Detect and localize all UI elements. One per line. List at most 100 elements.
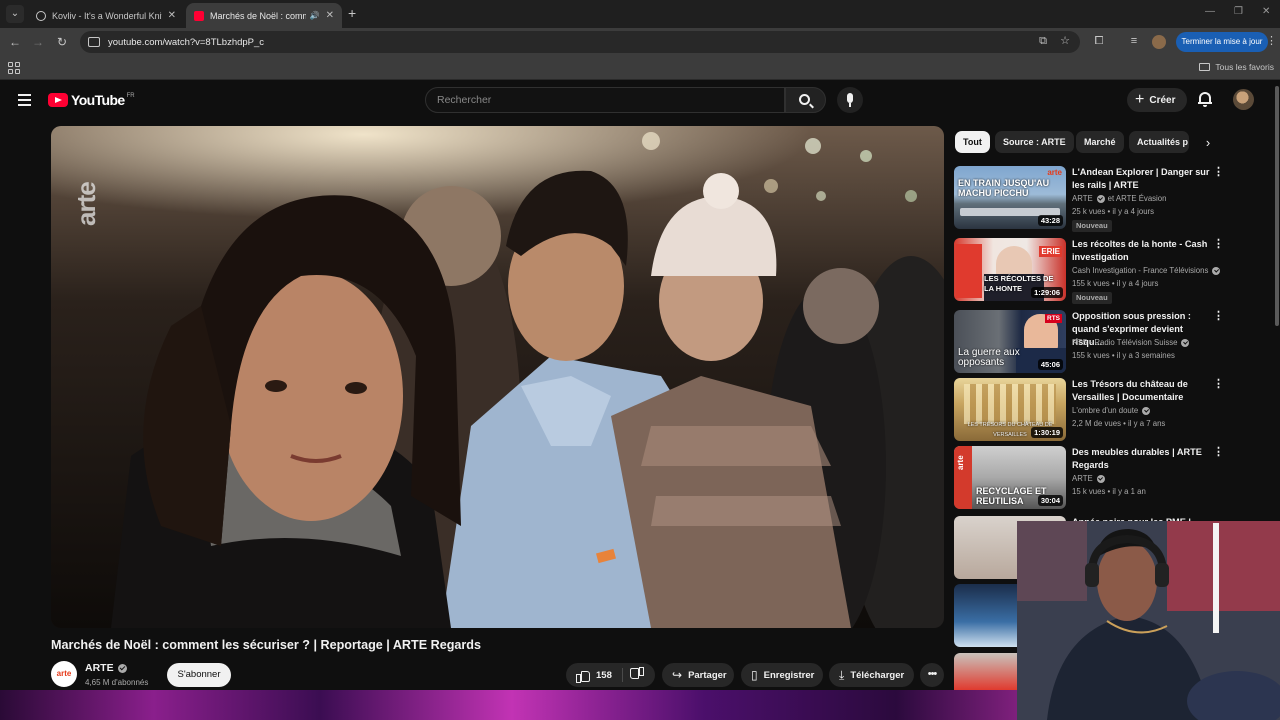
tab-kovliv[interactable]: Kovliv - It's a Wonderful Knife ( ✕ (28, 3, 184, 28)
download-button[interactable]: ⤓ Télécharger (829, 663, 914, 687)
arte-logo: arte (1047, 168, 1062, 177)
channel-avatar[interactable]: arte (51, 661, 77, 687)
duration: 30:04 (1037, 495, 1063, 506)
video-thumbnail[interactable] (954, 584, 1018, 647)
extensions-icon[interactable]: ⧠ (1091, 33, 1107, 49)
chip-actualites[interactable]: Actualités p (1129, 131, 1189, 153)
site-info-icon[interactable] (88, 37, 100, 47)
recommendation-item[interactable]: LES TRÉSORS DU CHÂTEAU DE VERSAILLES 1:3… (954, 378, 1234, 442)
chip-source-arte[interactable]: Source : ARTE (995, 131, 1074, 153)
download-label: Télécharger (850, 669, 905, 681)
tab-marches-de-noel[interactable]: Marchés de Noël : commen 🔊 ✕ (186, 3, 342, 28)
reload-icon[interactable]: ↻ (53, 33, 71, 51)
verified-icon (1212, 266, 1221, 275)
recommendation-channel[interactable]: RTS - Radio Télévision Suisse (1072, 338, 1190, 347)
create-button[interactable]: + Créer (1127, 88, 1187, 112)
all-bookmarks-label: Tous les favoris (1215, 62, 1274, 72)
more-vert-icon[interactable]: ⋮ (1213, 310, 1224, 322)
channel-name[interactable]: ARTE (85, 662, 127, 674)
video-thumbnail[interactable]: LES TRÉSORS DU CHÂTEAU DE VERSAILLES 1:3… (954, 378, 1066, 441)
save-button[interactable]: ▯ Enregistrer (741, 663, 823, 687)
menu-icon[interactable] (18, 94, 31, 109)
more-vert-icon[interactable]: ⋮ (1213, 378, 1224, 390)
browser-menu-icon[interactable]: ⋮ (1266, 34, 1277, 47)
new-tab-icon[interactable]: + (348, 5, 356, 21)
bookmark-star-icon[interactable]: ☆ (1057, 33, 1073, 49)
channel-label: L'ombre d'un doute (1072, 406, 1139, 415)
like-icon[interactable] (576, 669, 590, 683)
recommendation-title[interactable]: Les Trésors du château de Versailles | D… (1072, 378, 1212, 404)
recommendation-item[interactable]: arte RECYCLAGE ET REUTILISA 30:04 Des me… (954, 446, 1234, 510)
recommendation-item[interactable]: ERIE LES RÉCOLTES DE LA HONTE 1:29:06 Le… (954, 238, 1234, 304)
subscribe-button[interactable]: S'abonner (167, 663, 231, 687)
video-thumbnail[interactable]: arte RECYCLAGE ET REUTILISA 30:04 (954, 446, 1066, 509)
verified-icon (1181, 338, 1190, 347)
youtube-logo[interactable]: YouTube FR (48, 92, 135, 108)
browser-profile-avatar[interactable] (1152, 35, 1166, 49)
video-title: Marchés de Noël : comment les sécuriser … (51, 638, 482, 652)
video-player[interactable]: arte (51, 126, 944, 628)
like-count[interactable]: 158 (596, 670, 612, 681)
media-controls-icon[interactable]: ≡ (1126, 33, 1142, 49)
recommendation-meta: 155 k vues • il y a 3 semaines (1072, 351, 1175, 360)
account-avatar[interactable] (1233, 89, 1254, 110)
more-vert-icon[interactable]: ⋮ (1213, 238, 1224, 250)
microphone-icon (847, 93, 853, 103)
voice-search-button[interactable] (837, 87, 863, 113)
bookmark-icon: ▯ (751, 668, 758, 682)
video-thumbnail[interactable]: ERIE LES RÉCOLTES DE LA HONTE 1:29:06 (954, 238, 1066, 301)
address-bar[interactable]: youtube.com/watch?v=8TLbzhdpP_c (80, 31, 1080, 53)
share-icon: ↪ (672, 668, 683, 682)
forward-icon[interactable]: → (29, 33, 47, 51)
update-button[interactable]: Terminer la mise à jour (1176, 32, 1268, 52)
bookmarks-bar: Tous les favoris (0, 56, 1280, 80)
back-icon[interactable]: ← (6, 33, 24, 51)
tab-title: Kovliv - It's a Wonderful Knife ( (52, 10, 162, 21)
restore-icon[interactable]: ❐ (1234, 6, 1243, 17)
video-frame (51, 126, 944, 628)
channel-label: Cash Investigation - France Télévisions (1072, 266, 1209, 275)
chevron-right-icon[interactable]: › (1199, 134, 1217, 152)
share-button[interactable]: ↪ Partager (662, 663, 734, 687)
all-bookmarks[interactable]: Tous les favoris (1199, 62, 1274, 72)
save-label: Enregistrer (763, 669, 815, 681)
duration: 45:06 (1037, 359, 1063, 370)
recommendation-channel[interactable]: ARTE (1072, 474, 1105, 483)
dislike-icon[interactable] (630, 669, 644, 681)
recommendation-title[interactable]: Des meubles durables | ARTE Regards (1072, 446, 1212, 472)
apps-grid-icon[interactable] (8, 62, 20, 74)
minimize-icon[interactable]: — (1205, 6, 1215, 17)
recommendation-channel[interactable]: Cash Investigation - France Télévisions (1072, 266, 1221, 275)
recommendation-title[interactable]: L'Andean Explorer | Danger sur les rails… (1072, 166, 1212, 192)
install-app-icon[interactable]: ⧉ (1035, 33, 1051, 49)
recommendation-title[interactable]: Les récoltes de la honte - Cash investig… (1072, 238, 1212, 264)
video-thumbnail[interactable] (954, 653, 1018, 690)
channel-label: ARTE (1072, 474, 1093, 483)
chip-tout[interactable]: Tout (955, 131, 990, 153)
close-tab-icon[interactable]: ✕ (168, 10, 176, 21)
url-text[interactable]: youtube.com/watch?v=8TLbzhdpP_c (108, 37, 264, 48)
tab-search-icon[interactable]: ⌄ (6, 5, 24, 23)
new-badge: Nouveau (1072, 220, 1112, 232)
recommendation-channel[interactable]: L'ombre d'un doute (1072, 406, 1151, 415)
recommendation-channel[interactable]: ARTE et ARTE Évasion (1072, 194, 1166, 203)
speaker-icon[interactable]: 🔊 (310, 11, 320, 20)
video-thumbnail[interactable]: EN TRAIN JUSQU'AU MACHU PICCHU arte 43:2… (954, 166, 1066, 229)
more-vert-icon[interactable]: ⋮ (1213, 166, 1224, 178)
search-button[interactable] (785, 87, 826, 113)
folder-icon (1199, 63, 1211, 71)
notifications-bell-icon[interactable] (1198, 91, 1212, 107)
recommendation-item[interactable]: RTS La guerre aux opposants 45:06 Opposi… (954, 310, 1234, 374)
chip-marche[interactable]: Marché (1076, 131, 1124, 153)
close-window-icon[interactable]: ✕ (1262, 6, 1270, 17)
recommendation-item[interactable]: EN TRAIN JUSQU'AU MACHU PICCHU arte 43:2… (954, 166, 1234, 232)
close-tab-icon[interactable]: ✕ (326, 10, 334, 21)
more-actions-icon[interactable]: ••• (920, 663, 944, 687)
video-thumbnail[interactable]: RTS La guerre aux opposants 45:06 (954, 310, 1066, 373)
channel-name-label: ARTE (85, 662, 114, 674)
more-vert-icon[interactable]: ⋮ (1213, 446, 1224, 458)
search-input[interactable]: Rechercher (425, 87, 785, 113)
browser-toolbar: ← → ↻ youtube.com/watch?v=8TLbzhdpP_c ⧉ … (0, 28, 1280, 56)
recommendation-meta: 15 k vues • il y a 1 an (1072, 487, 1146, 496)
page-scrollbar[interactable] (1275, 86, 1279, 326)
